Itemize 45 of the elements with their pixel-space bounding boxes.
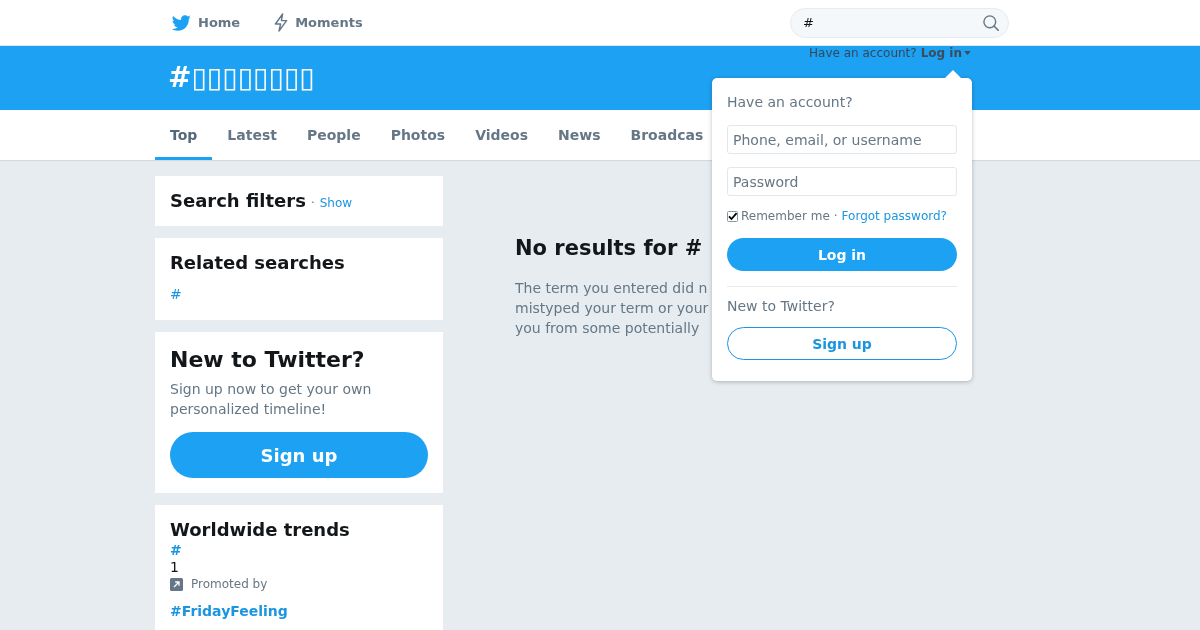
input-field[interactable]: Password [727,167,957,196]
card-title: Search filters [170,189,306,213]
remember-label: Remember me [741,208,830,224]
signup-text: Sign up now to get your own personalized timeline! [170,380,373,419]
show-link[interactable]: Show [319,196,353,210]
login-prompt: Have an account? [809,46,917,60]
no-results-heading: No results for # [515,235,704,261]
checkbox[interactable] [727,210,738,222]
login-button[interactable]: Log in [727,238,957,271]
nav-link[interactable]: Moments [274,12,363,33]
signup-prompt: New to Twitter? [727,297,836,315]
search-tab[interactable]: Videos [460,110,543,160]
message-text: you from some potentially [515,319,701,338]
caret-icon [964,51,971,55]
forgot-password-link[interactable]: Forgot password? [841,208,947,224]
search-heading: #▯▯▯▯▯▯▯▯ [168,60,315,96]
search-tab[interactable]: Broadcas [615,110,704,160]
search-tab[interactable]: News [543,110,616,160]
separator-dot: · [309,196,316,210]
search-field[interactable]: # [790,7,1009,38]
card-title: Related searches [170,251,345,275]
signup-button[interactable]: Sign up [170,432,428,478]
message-text: The term you entered did n [515,279,709,298]
promoted-label: Promoted by [191,576,268,593]
card-title: New to Twitter? [170,346,366,374]
login-heading: Have an account? [727,93,854,111]
search-tab[interactable]: People [291,110,376,160]
separator-dot: · [832,208,839,224]
message-text: mistyped your term or your [515,299,709,318]
search-tab[interactable]: Top [155,110,213,160]
trend-link[interactable]: #FridayFeeling [170,601,288,621]
bird-icon [171,14,191,31]
signup-button[interactable]: Sign up [727,327,957,360]
related-search-link[interactable]: # [170,284,182,304]
login-toggle[interactable]: Log in [920,46,971,60]
input-field[interactable]: Phone, email, or username [727,125,957,154]
search-tab[interactable]: Photos [375,110,461,160]
trend-link[interactable]: # [170,542,182,559]
lightning-icon [274,13,289,32]
nav-link[interactable]: Home [171,12,241,33]
search-tab[interactable]: Latest [212,110,292,160]
trend-description: 1 [170,559,179,576]
promoted-arrow-icon [170,578,183,591]
card-title: Worldwide trends [170,518,350,542]
search-icon[interactable] [983,14,999,31]
